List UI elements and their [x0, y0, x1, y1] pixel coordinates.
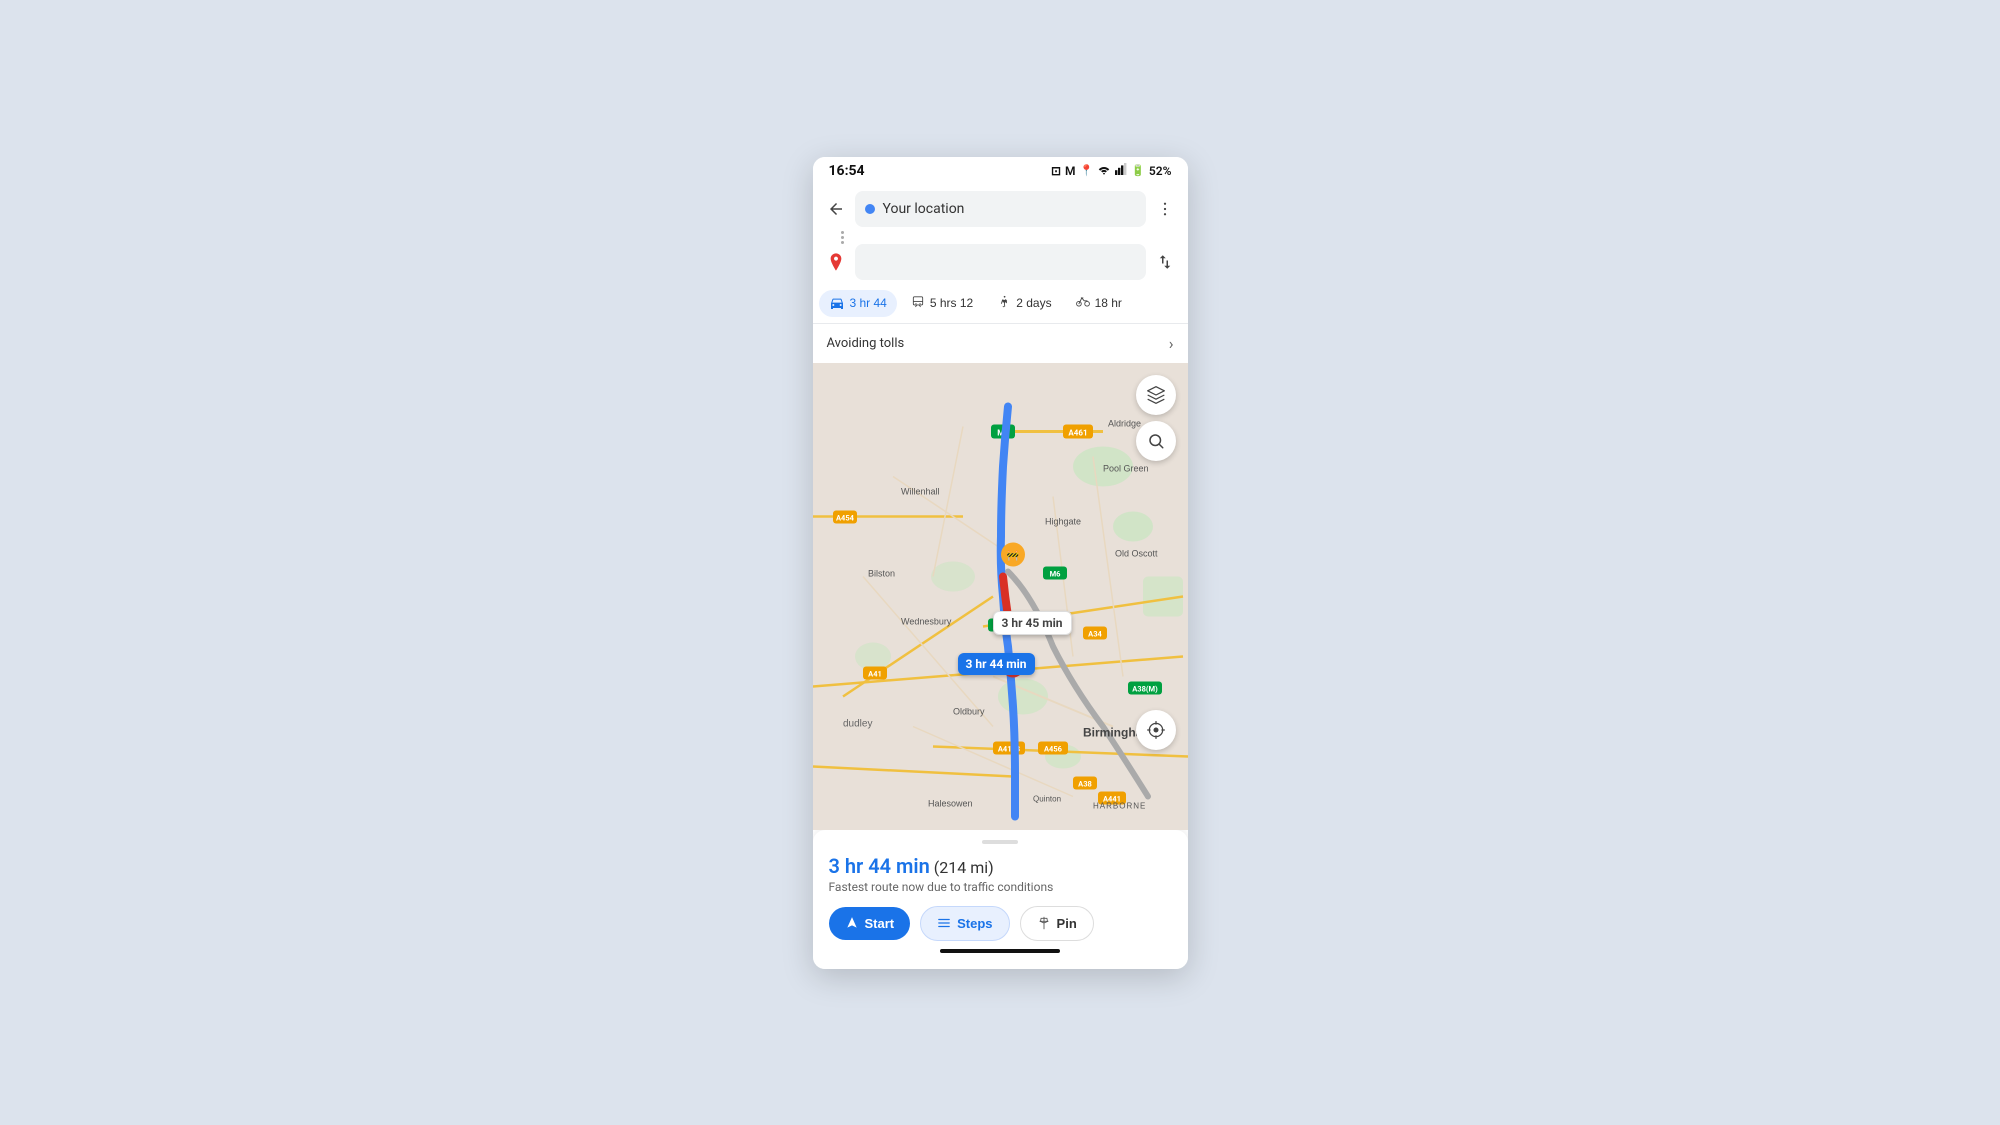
- dots-connector: [833, 231, 853, 244]
- battery-icon: 🔋: [1131, 164, 1145, 177]
- svg-text:A41: A41: [868, 669, 882, 678]
- steps-button[interactable]: Steps: [920, 906, 1009, 941]
- svg-text:Aldridge: Aldridge: [1108, 418, 1141, 428]
- svg-text:Quinton: Quinton: [1033, 794, 1061, 803]
- origin-input[interactable]: Your location: [855, 191, 1146, 227]
- tab-cycle-label: 18 hr: [1095, 296, 1122, 310]
- back-button[interactable]: [823, 196, 849, 222]
- locate-button[interactable]: [1136, 710, 1176, 750]
- drag-handle: [982, 840, 1018, 844]
- svg-text:Old Oscott: Old Oscott: [1115, 548, 1158, 558]
- bottom-card: 3 hr 44 min (214 mi) Fastest route now d…: [813, 830, 1188, 969]
- tab-walk-label: 2 days: [1016, 296, 1051, 310]
- svg-text:Highgate: Highgate: [1045, 516, 1081, 526]
- svg-text:M6: M6: [1049, 569, 1061, 578]
- destination-input[interactable]: [855, 244, 1146, 280]
- route-duration: 3 hr 44 min: [829, 854, 930, 878]
- route-distance: (214 mi): [934, 858, 994, 877]
- start-label: Start: [865, 916, 895, 931]
- battery-percent: 52%: [1149, 164, 1172, 178]
- tab-transit[interactable]: 5 hrs 12: [901, 290, 983, 317]
- phone-frame: 16:54 ⊡ M 📍 🔋 52% Your location: [813, 157, 1188, 969]
- svg-text:HARBORNE: HARBORNE: [1093, 801, 1146, 810]
- cast-icon: ⊡: [1051, 164, 1061, 178]
- pin-label: Pin: [1057, 916, 1077, 931]
- bottom-actions: Start Steps Pin: [829, 906, 1172, 941]
- dest-icon-wrap: [823, 252, 849, 272]
- destination-row-full: [823, 244, 1178, 280]
- route-subtitle: Fastest route now due to traffic conditi…: [829, 880, 1172, 894]
- home-indicator: [940, 949, 1060, 953]
- main-route-label: 3 hr 44 min: [958, 653, 1035, 675]
- status-time: 16:54: [829, 163, 865, 179]
- pin-button[interactable]: Pin: [1020, 906, 1094, 941]
- email-icon: M: [1065, 164, 1076, 178]
- svg-text:A456: A456: [1044, 744, 1063, 753]
- tab-walk[interactable]: 2 days: [987, 290, 1061, 317]
- destination-row: [853, 231, 1142, 244]
- cycle-icon: [1076, 295, 1090, 312]
- alt-route-label: 3 hr 45 min: [993, 611, 1072, 635]
- location-icon: 📍: [1080, 164, 1094, 177]
- svg-text:A38: A38: [1078, 779, 1092, 788]
- transport-tabs: 3 hr 44 5 hrs 12 2 days 18 hr: [813, 284, 1188, 323]
- wifi-icon: [1097, 163, 1111, 178]
- origin-dot: [865, 204, 875, 214]
- svg-text:A461: A461: [1068, 428, 1087, 437]
- steps-label: Steps: [957, 916, 992, 931]
- walk-icon: [997, 295, 1011, 312]
- connector-area: [823, 231, 1178, 244]
- avoiding-tolls-row[interactable]: Avoiding tolls ›: [813, 323, 1188, 363]
- svg-text:Pool Green: Pool Green: [1103, 463, 1149, 473]
- status-icons: ⊡ M 📍 🔋 52%: [1051, 163, 1172, 178]
- origin-row: Your location: [823, 191, 1178, 227]
- origin-text: Your location: [883, 201, 965, 217]
- start-button[interactable]: Start: [829, 907, 911, 940]
- tab-transit-label: 5 hrs 12: [930, 296, 973, 310]
- svg-text:Willenhall: Willenhall: [901, 486, 940, 496]
- route-summary: 3 hr 44 min (214 mi): [829, 854, 1172, 878]
- svg-text:🚧: 🚧: [1006, 549, 1018, 561]
- status-bar: 16:54 ⊡ M 📍 🔋 52%: [813, 157, 1188, 183]
- chevron-right-icon: ›: [1169, 334, 1174, 353]
- swap-button[interactable]: [1152, 249, 1178, 275]
- transit-icon: [911, 295, 925, 312]
- avoiding-tolls-label: Avoiding tolls: [827, 336, 905, 351]
- map-area[interactable]: M6 A461 A454 A41 A4041 M6 A34 A38(M) A41…: [813, 363, 1188, 830]
- route-bar: Your location: [813, 183, 1188, 284]
- layers-button[interactable]: [1136, 375, 1176, 415]
- svg-text:A38(M): A38(M): [1132, 684, 1158, 693]
- tab-car-label: 3 hr 44: [850, 296, 887, 310]
- tab-car[interactable]: 3 hr 44: [819, 290, 897, 317]
- more-button[interactable]: [1152, 196, 1178, 222]
- svg-text:A454: A454: [836, 513, 855, 522]
- svg-text:dudley: dudley: [843, 718, 872, 729]
- svg-text:Oldbury: Oldbury: [953, 706, 985, 716]
- car-icon: [829, 295, 845, 312]
- map-search-button[interactable]: [1136, 421, 1176, 461]
- svg-text:Halesowen: Halesowen: [928, 798, 973, 808]
- svg-text:A34: A34: [1088, 629, 1102, 638]
- svg-text:Wednesbury: Wednesbury: [901, 616, 952, 626]
- tab-cycle[interactable]: 18 hr: [1066, 290, 1132, 317]
- svg-text:Bilston: Bilston: [868, 568, 895, 578]
- signal-icon: [1115, 163, 1127, 178]
